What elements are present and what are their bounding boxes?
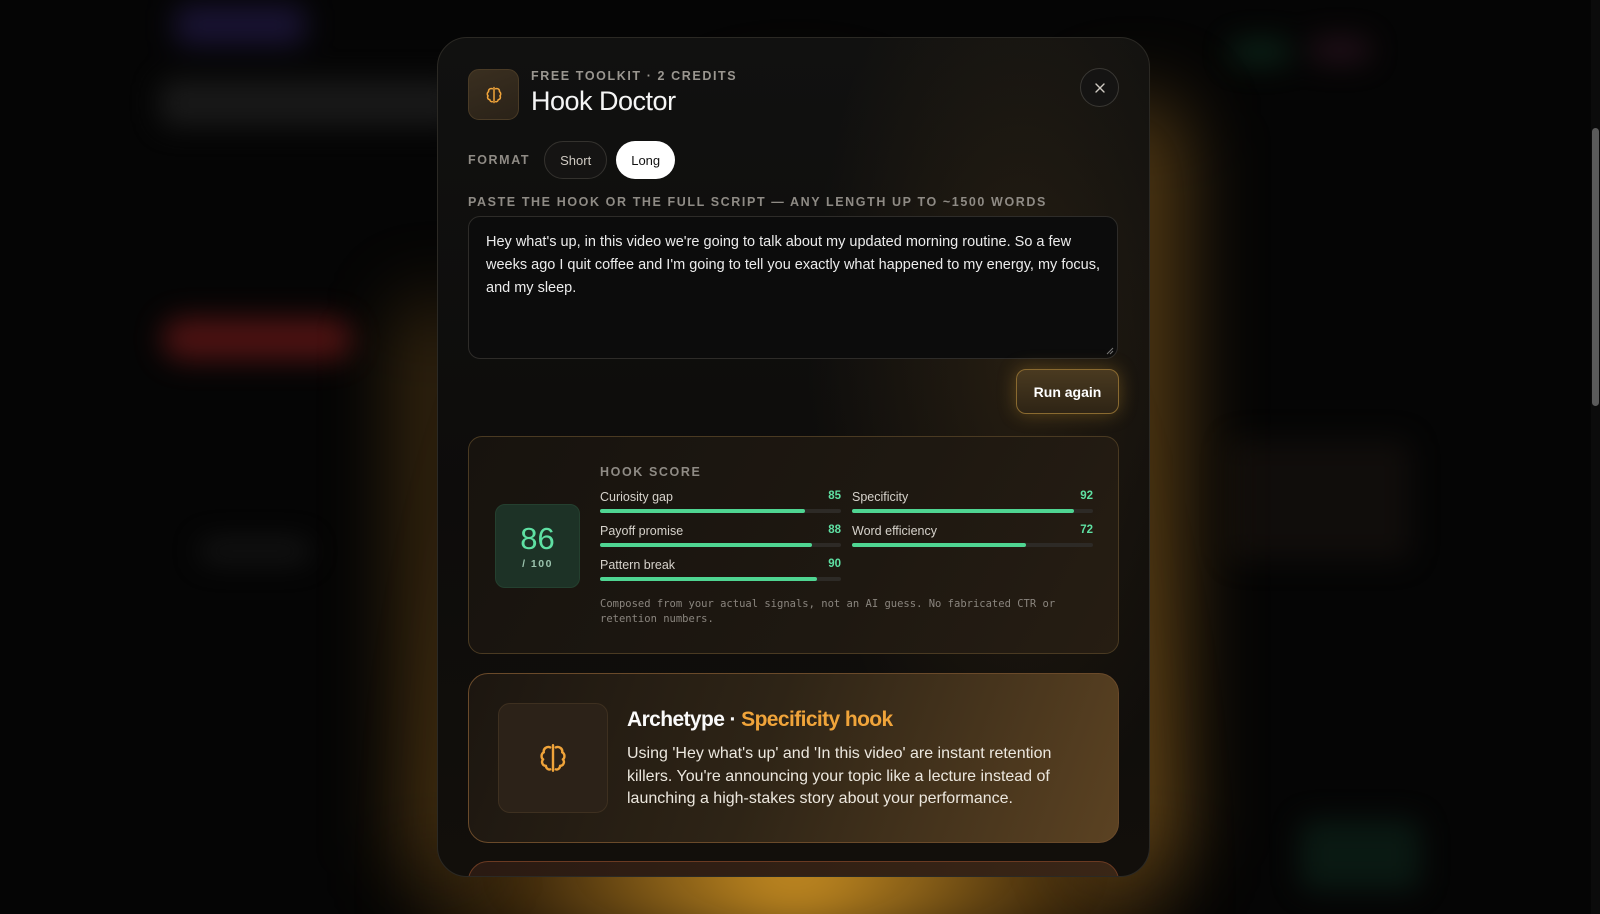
next-result-card xyxy=(468,861,1119,876)
run-again-button[interactable]: Run again xyxy=(1016,369,1119,414)
score-badge: 86 / 100 xyxy=(495,504,580,588)
metric-bar-fill xyxy=(600,509,805,513)
metric-bar xyxy=(600,509,841,513)
metric-word-efficiency: Word efficiency 72 xyxy=(852,524,1093,547)
metric-value: 72 xyxy=(1080,524,1093,536)
metric-bar xyxy=(852,509,1093,513)
metric-label: Specificity xyxy=(852,490,909,504)
metric-value: 85 xyxy=(828,490,841,502)
metric-curiosity-gap: Curiosity gap 85 xyxy=(600,490,841,513)
score-denominator: / 100 xyxy=(522,557,553,570)
metric-bar xyxy=(852,543,1093,547)
metric-label: Word efficiency xyxy=(852,524,937,538)
background-card-2 xyxy=(1300,820,1420,890)
page-scrollbar[interactable] xyxy=(1591,0,1600,914)
metric-bar xyxy=(600,577,841,581)
metric-value: 88 xyxy=(828,524,841,536)
metric-bar-fill xyxy=(852,509,1074,513)
background-badge xyxy=(1230,40,1290,64)
modal-header: FREE TOOLKIT · 2 CREDITS Hook Doctor xyxy=(468,69,737,120)
hook-score-heading: HOOK SCORE xyxy=(600,465,702,479)
background-text xyxy=(200,540,310,562)
close-icon xyxy=(1094,82,1105,93)
format-option-long[interactable]: Long xyxy=(616,141,676,179)
format-label: FORMAT xyxy=(468,153,531,167)
metric-bar-fill xyxy=(600,543,813,547)
archetype-card: Archetype · Specificity hook Using 'Hey … xyxy=(468,673,1119,843)
hook-score-card: 86 / 100 HOOK SCORE Curiosity gap 85 Spec… xyxy=(468,436,1119,654)
archetype-title: Archetype · Specificity hook xyxy=(627,708,893,732)
metric-bar xyxy=(600,543,841,547)
archetype-description: Using 'Hey what's up' and 'In this video… xyxy=(627,745,1052,807)
background-badge-2 xyxy=(1310,38,1370,62)
metric-bar-fill xyxy=(600,577,817,581)
metric-label: Payoff promise xyxy=(600,524,684,538)
background-card xyxy=(1230,440,1410,560)
metric-label: Pattern break xyxy=(600,558,676,572)
hook-doctor-modal: FREE TOOLKIT · 2 CREDITS Hook Doctor FOR… xyxy=(437,37,1150,877)
modal-title: Hook Doctor xyxy=(531,85,676,116)
metric-value: 90 xyxy=(828,558,841,570)
metric-specificity: Specificity 92 xyxy=(852,490,1093,513)
score-note: Composed from your actual signals, not a… xyxy=(600,598,1056,625)
metric-pattern-break: Pattern break 90 xyxy=(600,558,841,581)
archetype-name: Specificity hook xyxy=(741,708,893,731)
archetype-prefix: Archetype · xyxy=(627,708,742,731)
score-value: 86 xyxy=(520,520,555,556)
metric-value: 92 xyxy=(1080,490,1093,502)
brain-icon xyxy=(468,69,519,120)
script-input[interactable]: Hey what's up, in this video we're going… xyxy=(468,216,1118,359)
format-selector: FORMAT Short Long xyxy=(468,141,676,179)
modal-eyebrow: FREE TOOLKIT · 2 CREDITS xyxy=(531,68,738,83)
background-button xyxy=(162,318,352,360)
metric-payoff-promise: Payoff promise 88 xyxy=(600,524,841,547)
script-input-label: PASTE THE HOOK OR THE FULL SCRIPT — ANY … xyxy=(468,195,1047,209)
format-option-short[interactable]: Short xyxy=(544,141,608,179)
background-logo xyxy=(175,5,305,45)
brain-icon xyxy=(498,703,608,813)
close-button[interactable] xyxy=(1080,68,1119,107)
script-input-value: Hey what's up, in this video we're going… xyxy=(486,234,1100,296)
scrollbar-thumb[interactable] xyxy=(1592,128,1599,406)
resize-handle-icon[interactable] xyxy=(1106,347,1114,355)
metric-label: Curiosity gap xyxy=(600,490,673,504)
metric-bar-fill xyxy=(852,543,1026,547)
